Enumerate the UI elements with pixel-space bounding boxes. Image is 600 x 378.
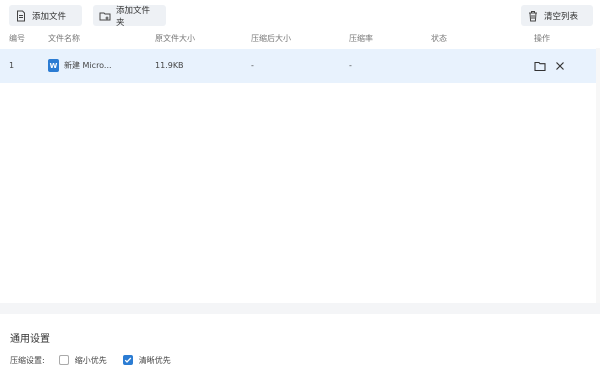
clear-list-label: 清空列表 [544, 11, 579, 22]
close-icon[interactable] [553, 59, 567, 73]
file-name-text: 新建 Micro... [64, 61, 112, 70]
table-header: 编号 文件名称 原文件大小 压缩后大小 压缩率 状态 操作 [0, 30, 600, 48]
column-header-original-size: 原文件大小 [155, 34, 195, 43]
row-original-size: 11.9KB [155, 61, 184, 70]
clarity-priority-checkbox[interactable] [122, 355, 133, 365]
column-header-actions: 操作 [534, 34, 550, 43]
column-header-compressed-size: 压缩后大小 [251, 34, 291, 43]
row-compressed-size: - [251, 61, 254, 70]
add-folder-label: 添加文件夹 [116, 5, 151, 28]
option-size-priority[interactable]: 缩小优先 [58, 355, 107, 366]
settings-title: 通用设置 [10, 334, 50, 345]
column-header-rate: 压缩率 [349, 34, 373, 43]
divider [0, 303, 600, 314]
option-clarity-priority[interactable]: 清晰优先 [122, 355, 171, 366]
clear-list-button[interactable]: 清空列表 [521, 5, 593, 26]
compress-settings-label: 压缩设置: [10, 355, 45, 365]
column-header-name: 文件名称 [48, 34, 80, 43]
size-priority-checkbox[interactable] [58, 355, 69, 365]
row-rate: - [349, 61, 352, 70]
word-file-icon: W [48, 59, 59, 72]
open-folder-icon[interactable] [533, 59, 547, 73]
add-folder-icon [99, 10, 116, 22]
row-index: 1 [9, 61, 15, 70]
table-row[interactable]: 1 W 新建 Micro... 11.9KB - - [0, 49, 600, 83]
clarity-priority-label: 清晰优先 [138, 355, 171, 365]
add-file-label: 添加文件 [32, 11, 67, 22]
column-header-status: 状态 [431, 34, 447, 43]
row-file-name: W 新建 Micro... [48, 59, 112, 72]
column-header-index: 编号 [9, 34, 25, 43]
add-file-button[interactable]: 添加文件 [9, 5, 82, 26]
trash-icon [527, 10, 544, 22]
add-folder-button[interactable]: 添加文件夹 [93, 5, 166, 28]
scrollbar[interactable] [596, 48, 600, 303]
compress-settings-row: 压缩设置: 缩小优先 清晰优先 [10, 353, 187, 367]
add-file-icon [15, 10, 32, 22]
toolbar: 添加文件 添加文件夹 清空列表 [0, 0, 600, 30]
size-priority-label: 缩小优先 [74, 355, 107, 365]
